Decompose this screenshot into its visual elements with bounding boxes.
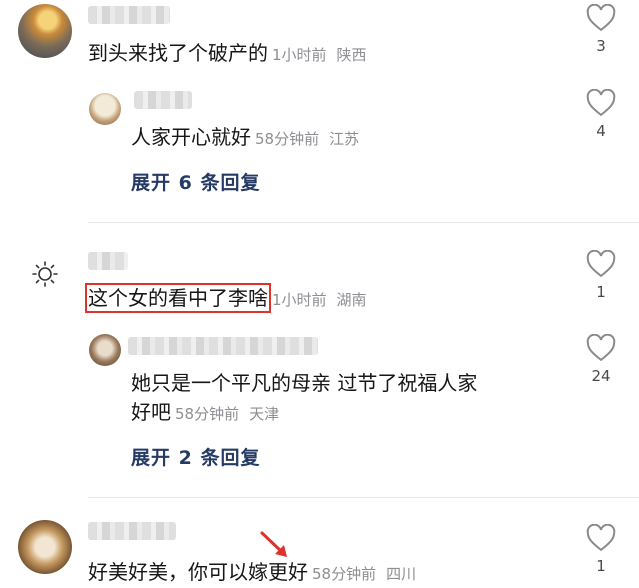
avatar[interactable] xyxy=(18,4,72,58)
comment-location: 四川 xyxy=(386,565,417,583)
heart-icon xyxy=(586,250,616,278)
expand-replies-button[interactable]: 展开 6 条回复 xyxy=(131,168,260,195)
comment-text: 到头来找了个破产的 1小时前 陕西 xyxy=(88,41,367,65)
like-count: 3 xyxy=(596,37,606,55)
reply-location: 江苏 xyxy=(329,130,360,148)
heart-icon xyxy=(586,334,616,362)
reply-text-line1: 她只是一个平凡的母亲 过节了祝福人家 xyxy=(131,371,478,395)
reply-avatar[interactable] xyxy=(89,334,121,366)
comment-time: 1小时前 xyxy=(272,291,327,309)
reply-time: 58分钟前 xyxy=(175,405,240,423)
like-button[interactable]: 1 xyxy=(581,524,621,574)
reply-text: 人家开心就好 58分钟前 江苏 xyxy=(131,125,360,149)
divider xyxy=(88,222,639,223)
reply-username-blurred[interactable] xyxy=(134,91,192,109)
expand-replies-button[interactable]: 展开 2 条回复 xyxy=(131,443,260,470)
like-button[interactable]: 1 xyxy=(581,250,621,300)
reply-like-button[interactable]: 4 xyxy=(581,89,621,139)
reply-like-count: 24 xyxy=(591,367,611,385)
heart-icon xyxy=(586,89,616,117)
comment-time: 1小时前 xyxy=(272,46,327,64)
avatar[interactable] xyxy=(18,245,72,299)
reply-like-count: 4 xyxy=(596,122,606,140)
username-blurred[interactable] xyxy=(88,522,176,540)
reply-text-line2: 好吧 58分钟前 天津 xyxy=(131,400,280,424)
reply-like-button[interactable]: 24 xyxy=(581,334,621,384)
heart-icon xyxy=(586,524,616,552)
heart-icon xyxy=(586,4,616,32)
annotation-arrow-icon xyxy=(260,531,287,557)
like-count: 1 xyxy=(596,283,606,301)
comment-location: 陕西 xyxy=(336,46,367,64)
username-blurred[interactable] xyxy=(88,6,170,24)
avatar[interactable] xyxy=(18,520,72,574)
reply-time: 58分钟前 xyxy=(255,130,320,148)
highlighted-comment-text: 这个女的看中了李啥 xyxy=(85,283,271,313)
comment-text: 好美好美，你可以嫁更好 58分钟前 四川 xyxy=(88,560,417,584)
comment-time: 58分钟前 xyxy=(312,565,377,583)
like-button[interactable]: 3 xyxy=(581,4,621,54)
divider xyxy=(88,497,639,498)
comment-text: 这个女的看中了李啥 1小时前 湖南 xyxy=(85,283,367,314)
comment-location: 湖南 xyxy=(336,291,367,309)
reply-username-blurred[interactable] xyxy=(128,337,318,355)
reply-avatar[interactable] xyxy=(89,93,121,125)
sun-icon xyxy=(32,261,58,287)
like-count: 1 xyxy=(596,557,606,575)
username-blurred[interactable] xyxy=(88,252,128,270)
reply-location: 天津 xyxy=(249,405,280,423)
